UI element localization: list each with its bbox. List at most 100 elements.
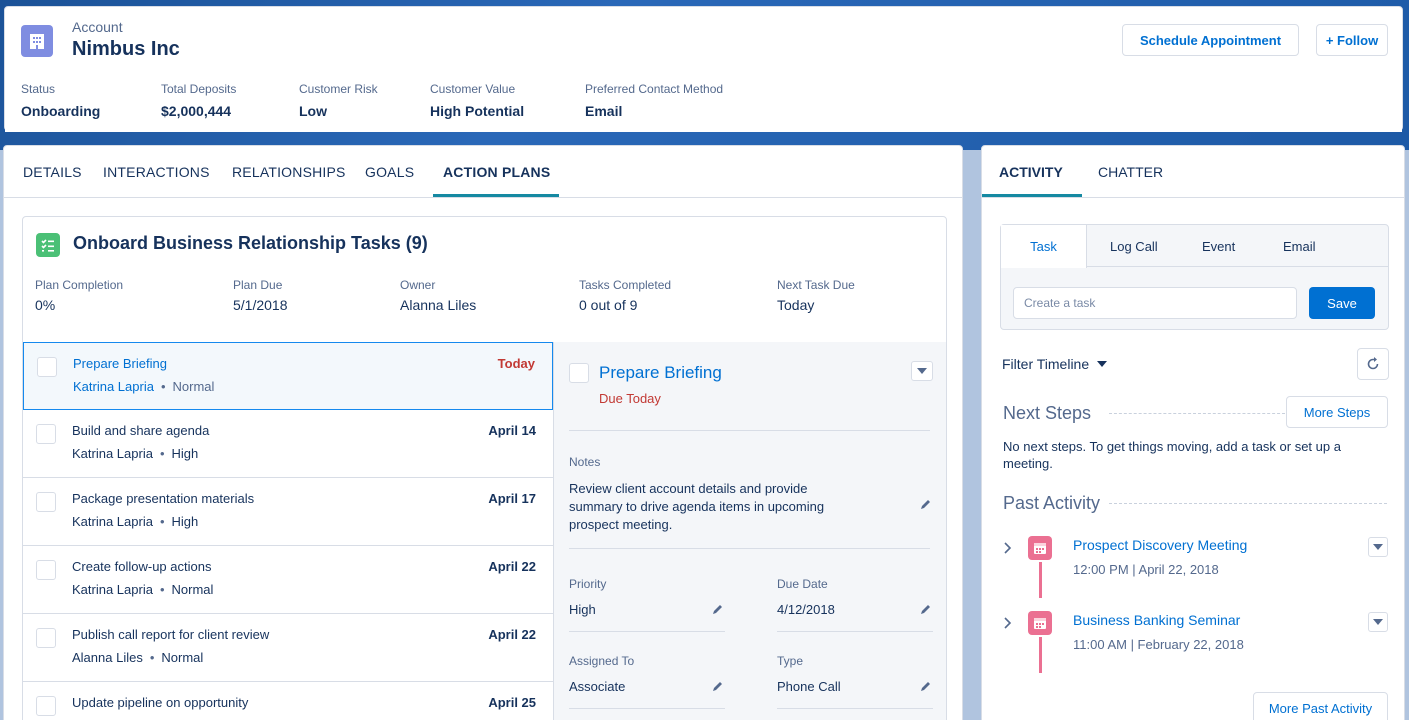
tab-interactions[interactable]: INTERACTIONS [103,164,210,180]
object-type-label: Account [72,19,123,35]
task-row[interactable]: Package presentation materials Katrina L… [23,478,553,546]
notes-label: Notes [569,455,601,469]
divider [1109,503,1387,504]
chevron-right-icon[interactable] [1004,542,1012,554]
task-checkbox[interactable] [36,696,56,716]
timeline-item: Prospect Discovery Meeting 12:00 PM | Ap… [982,528,1404,598]
detail-checkbox[interactable] [569,363,589,383]
more-past-activity-button[interactable]: More Past Activity [1253,692,1388,720]
task-title[interactable]: Publish call report for client review [72,627,269,642]
task-row[interactable]: Update pipeline on opportunity April 25 [23,682,553,720]
separator-dot: • [159,446,165,461]
type-value: Phone Call [777,679,841,694]
task-checkbox[interactable] [36,628,56,648]
task-due: April 25 [488,695,536,710]
chevron-down-icon[interactable] [1368,537,1388,557]
separator-dot: • [149,650,155,665]
task-title[interactable]: Prepare Briefing [73,356,167,371]
composer-tab-log-call[interactable]: Log Call [1110,225,1158,267]
plan-field-completion: Plan Completion 0% [35,278,124,313]
next-steps-empty-text: No next steps. To get things moving, add… [1003,439,1341,471]
task-detail-panel: Prepare Briefing Due Today Notes Review … [553,342,946,720]
tab-details[interactable]: DETAILS [23,164,82,180]
task-title[interactable]: Build and share agenda [72,423,209,438]
task-checkbox[interactable] [37,357,57,377]
main-panel: DETAILS INTERACTIONS RELATIONSHIPS GOALS… [3,145,963,720]
divider [569,430,930,431]
assigned-to-label: Assigned To [569,654,635,668]
page-title: Nimbus Inc [72,38,180,60]
composer-tab-task[interactable]: Task [1001,225,1087,268]
task-priority: High [171,446,199,461]
calendar-icon [1028,611,1052,635]
schedule-appointment-button[interactable]: Schedule Appointment [1122,24,1299,56]
tab-chatter[interactable]: CHATTER [1098,164,1163,180]
edit-pencil-icon[interactable] [920,680,932,692]
task-row[interactable]: Publish call report for client review Al… [23,614,553,682]
task-due: Today [497,356,535,371]
tab-action-plans[interactable]: ACTION PLANS [443,164,550,180]
task-title[interactable]: Package presentation materials [72,491,254,506]
event-title[interactable]: Business Banking Seminar [1073,612,1240,628]
edit-pencil-icon[interactable] [712,680,724,692]
composer-tab-event[interactable]: Event [1202,225,1235,267]
tab-relationships[interactable]: RELATIONSHIPS [232,164,346,180]
task-title[interactable]: Create follow-up actions [72,559,211,574]
follow-button[interactable]: + Follow [1316,24,1388,56]
main-tabs: DETAILS INTERACTIONS RELATIONSHIPS GOALS… [4,146,962,198]
edit-pencil-icon[interactable] [920,603,932,615]
plan-field-owner: Owner Alanna Liles [400,278,477,313]
save-button[interactable]: Save [1309,287,1375,319]
timeline-line [1039,637,1042,673]
divider [569,708,725,709]
chevron-right-icon[interactable] [1004,617,1012,629]
task-priority: High [171,514,199,529]
assigned-to-value: Associate [569,679,626,694]
timeline-item: Business Banking Seminar 11:00 AM | Febr… [982,603,1404,673]
task-meta: Katrina Lapria • High [72,514,198,529]
task-assignee[interactable]: Katrina Lapria [73,379,154,394]
create-task-input[interactable] [1013,287,1297,319]
task-title[interactable]: Update pipeline on opportunity [72,695,248,710]
timeline-line [1039,562,1042,598]
composer-tab-email[interactable]: Email [1283,225,1316,267]
tab-goals[interactable]: GOALS [365,164,414,180]
chevron-down-icon[interactable] [911,361,933,381]
task-meta: Katrina Lapria • Normal [73,379,214,394]
divider [1109,413,1285,414]
task-checkbox[interactable] [36,492,56,512]
priority-value: High [569,602,596,617]
task-row[interactable]: Build and share agenda Katrina Lapria • Hi… [23,410,553,478]
divider [777,708,933,709]
detail-title[interactable]: Prepare Briefing [599,363,722,383]
filter-timeline-dropdown[interactable]: Filter Timeline [1002,356,1108,372]
chevron-down-icon[interactable] [1368,612,1388,632]
composer-tabs: Task Log Call Event Email [1001,225,1388,268]
event-meta: 12:00 PM | April 22, 2018 [1073,562,1219,577]
priority-label: Priority [569,577,607,591]
task-checkbox[interactable] [36,424,56,444]
record-header: Account Nimbus Inc Schedule Appointment … [4,6,1403,132]
due-date-label: Due Date [777,577,828,591]
refresh-button[interactable] [1357,348,1389,380]
event-title[interactable]: Prospect Discovery Meeting [1073,537,1247,553]
task-due: April 22 [488,559,536,574]
task-row[interactable]: Prepare Briefing Katrina Lapria • Normal T… [23,342,553,410]
activity-composer: Task Log Call Event Email Save [1000,224,1389,330]
active-tab-indicator [982,194,1082,197]
next-steps-title: Next Steps [1003,403,1092,423]
plan-field-due: Plan Due 5/1/2018 [233,278,288,313]
task-row[interactable]: Create follow-up actions Katrina Lapria •… [23,546,553,614]
task-meta: Katrina Lapria • High [72,446,198,461]
checklist-icon [36,233,60,257]
edit-pencil-icon[interactable] [920,498,932,510]
calendar-icon [1028,536,1052,560]
task-assignee: Alanna Liles [72,650,143,665]
edit-pencil-icon[interactable] [712,603,724,615]
more-steps-button[interactable]: More Steps [1286,396,1388,428]
tab-activity[interactable]: ACTIVITY [999,164,1063,180]
plan-field-next-task-due: Next Task Due Today [777,278,855,313]
divider [777,631,933,632]
task-checkbox[interactable] [36,560,56,580]
action-plan-card: Onboard Business Relationship Tasks (9) … [22,216,947,720]
